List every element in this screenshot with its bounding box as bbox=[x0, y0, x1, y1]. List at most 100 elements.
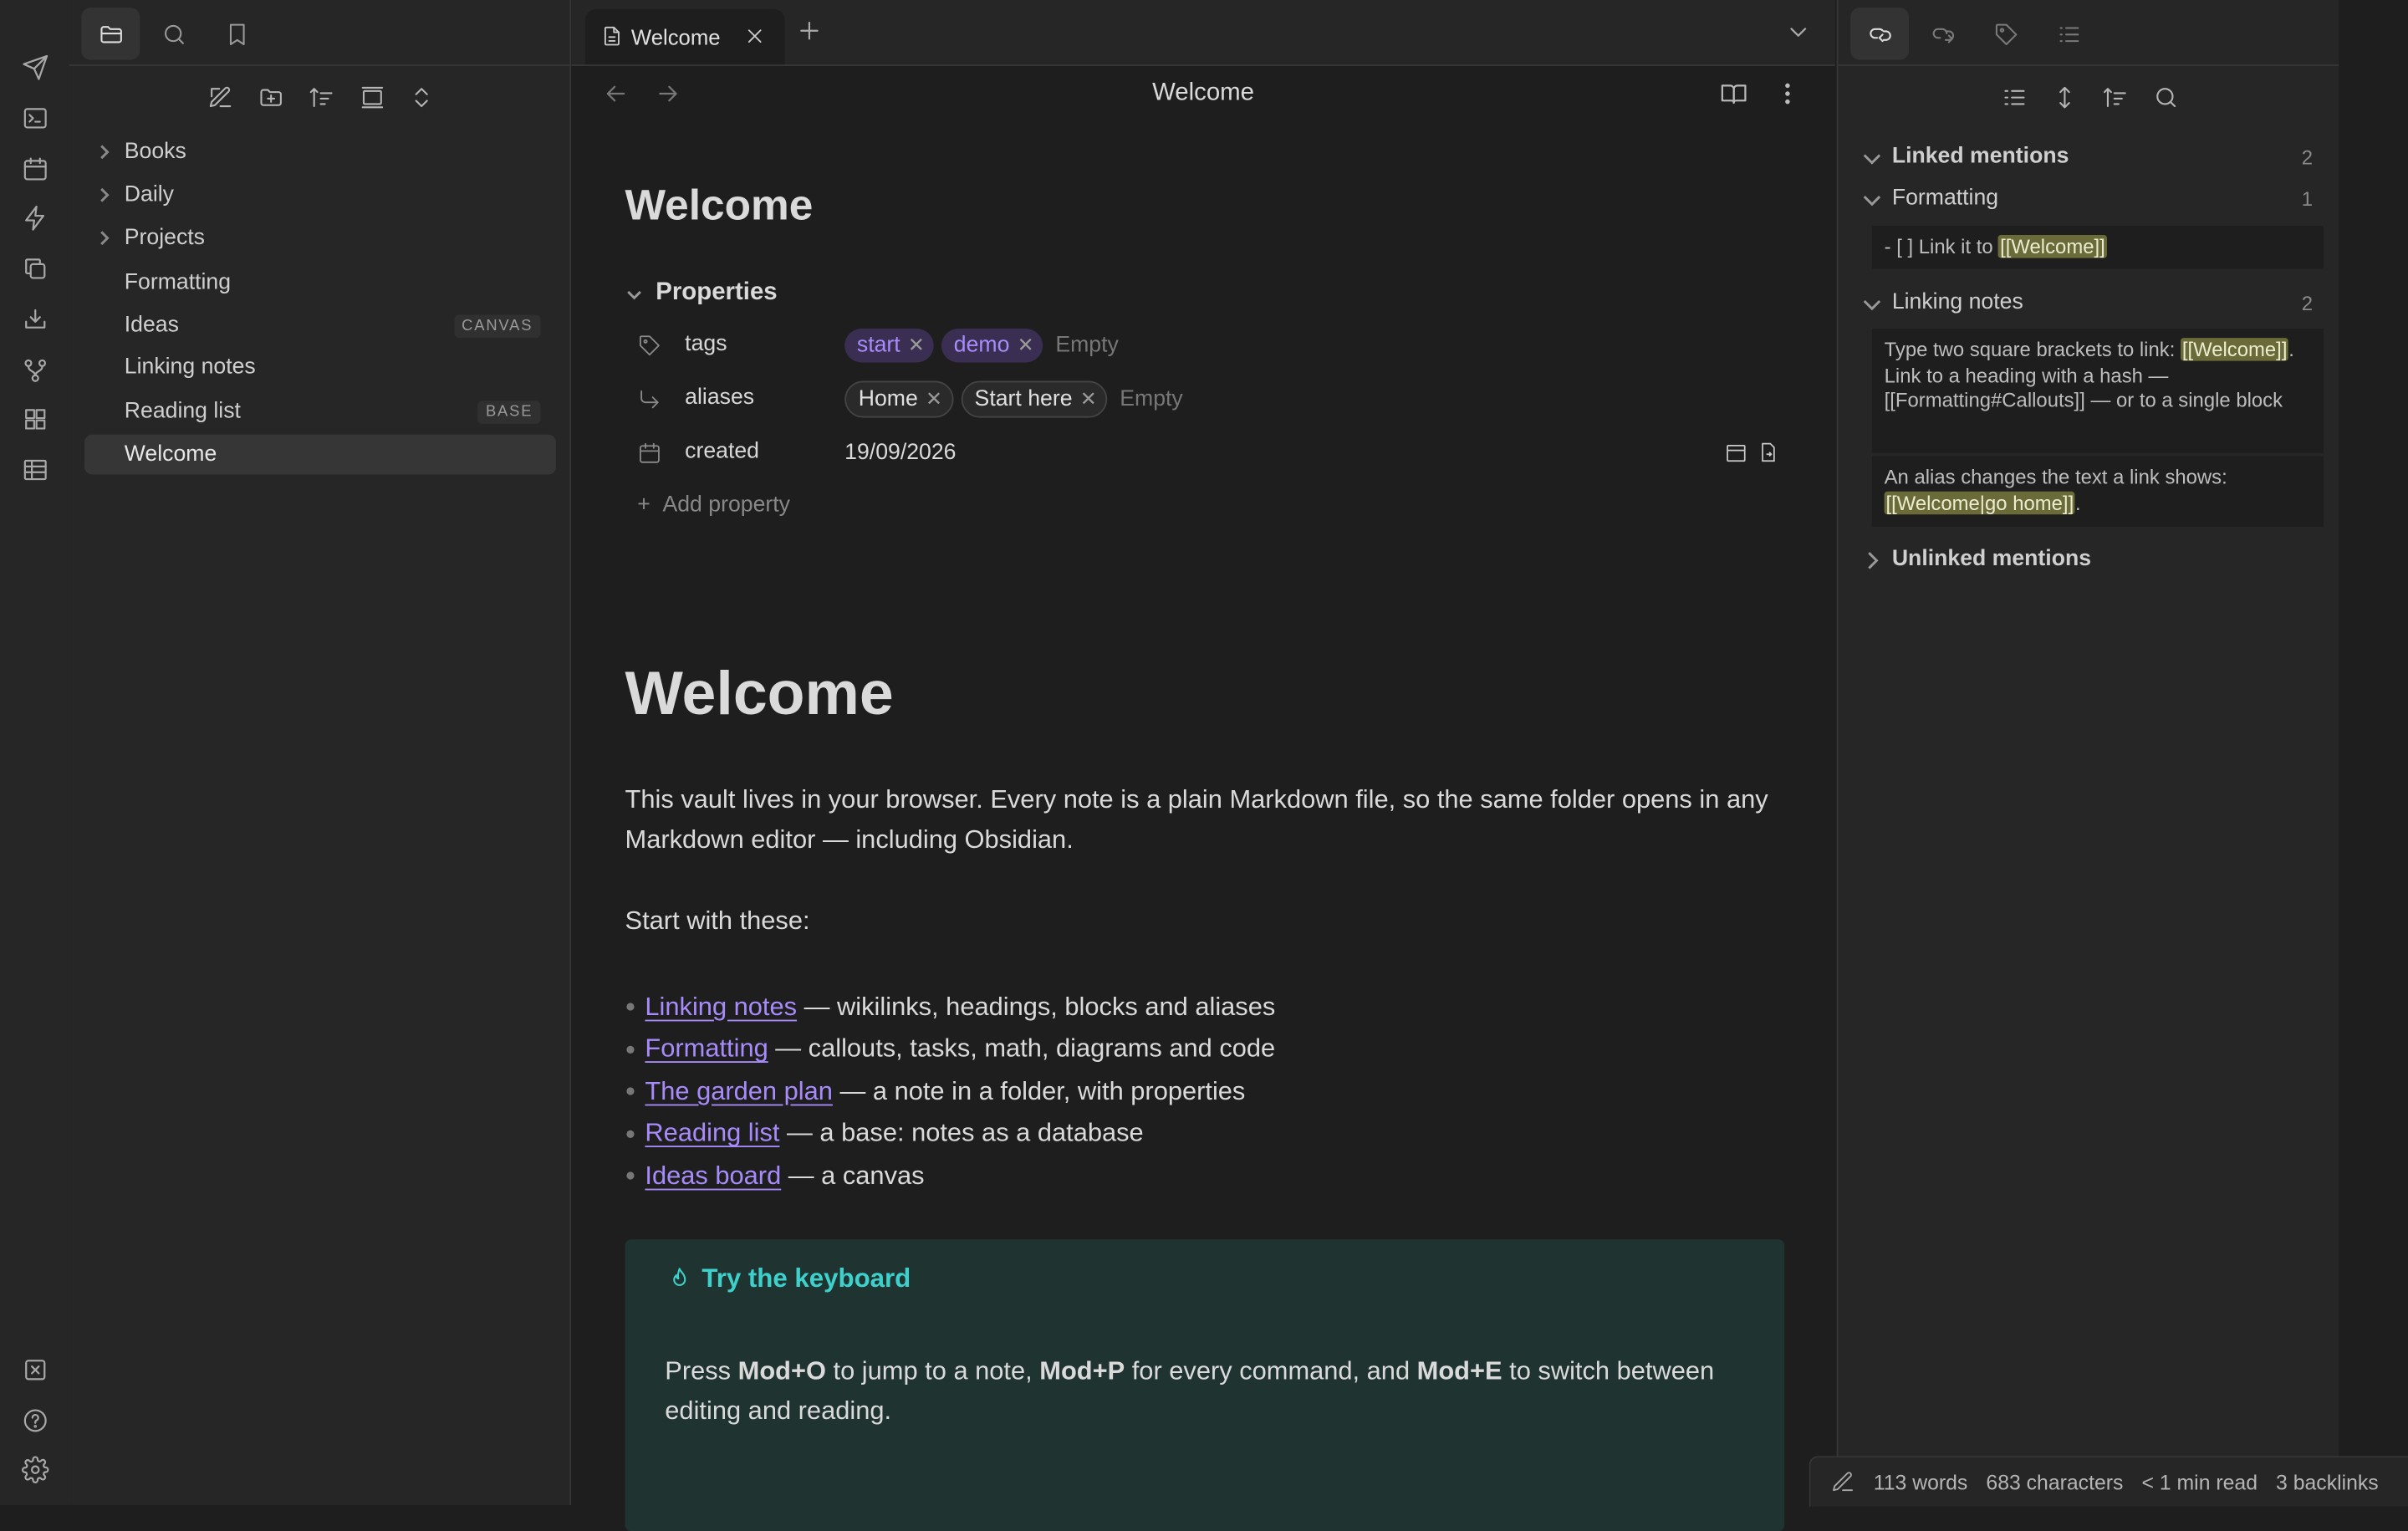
tree-item-linking-notes[interactable]: Linking notes bbox=[84, 347, 556, 387]
search-icon[interactable] bbox=[2149, 80, 2182, 114]
new-folder-icon[interactable] bbox=[252, 80, 288, 114]
terminal-icon[interactable] bbox=[18, 101, 52, 135]
chevron-down-icon[interactable] bbox=[1784, 18, 1812, 46]
backlink-group-linking-notes[interactable]: Linking notes 2 bbox=[1861, 287, 2322, 320]
tree-item-projects[interactable]: Projects bbox=[84, 218, 556, 258]
calendar-icon[interactable] bbox=[18, 152, 52, 186]
callout-text: for every command, and bbox=[1125, 1355, 1417, 1386]
tag-pill[interactable]: start ✕ bbox=[844, 329, 934, 363]
tree-item-reading-list[interactable]: Reading list BASE bbox=[84, 391, 556, 431]
date-value[interactable]: 19/09/2026 bbox=[844, 441, 956, 465]
property-name[interactable]: aliases bbox=[685, 385, 754, 410]
file-type-badge: BASE bbox=[477, 400, 541, 424]
more-options-icon[interactable] bbox=[1773, 80, 1804, 111]
inbox-download-icon[interactable] bbox=[18, 303, 52, 336]
backlink-snippet[interactable]: An alias changes the text a link shows: … bbox=[1871, 456, 2324, 527]
send-icon[interactable] bbox=[18, 51, 52, 84]
expand-vertical-icon[interactable] bbox=[2047, 80, 2080, 114]
internal-link[interactable]: The garden plan bbox=[645, 1076, 833, 1107]
help-icon[interactable] bbox=[18, 1404, 52, 1437]
add-property-label: Add property bbox=[662, 492, 790, 518]
internal-link[interactable]: Ideas board bbox=[645, 1161, 781, 1192]
open-daily-note-icon[interactable] bbox=[1757, 441, 1780, 472]
tag-pill[interactable]: demo ✕ bbox=[941, 329, 1043, 363]
copy-icon[interactable] bbox=[18, 252, 52, 285]
tree-item-books[interactable]: Books bbox=[84, 132, 556, 172]
alias-pill[interactable]: Home ✕ bbox=[844, 380, 953, 418]
new-tab-icon[interactable] bbox=[795, 17, 823, 44]
sort-icon[interactable] bbox=[303, 80, 339, 114]
remove-icon[interactable]: ✕ bbox=[926, 387, 942, 411]
list-item-text: — a canvas bbox=[781, 1161, 925, 1190]
ribbon bbox=[0, 0, 71, 1505]
list-icon[interactable] bbox=[1997, 80, 2030, 114]
close-icon[interactable] bbox=[743, 24, 767, 48]
outline-icon[interactable] bbox=[2039, 8, 2098, 59]
property-created: created 19/09/2026 bbox=[625, 430, 1785, 476]
lightning-icon[interactable] bbox=[18, 202, 52, 235]
bullet-dot bbox=[626, 1171, 635, 1181]
settings-icon[interactable] bbox=[18, 1453, 52, 1487]
tree-item-label: Ideas bbox=[124, 313, 179, 339]
backlink-snippet[interactable]: - [ ] Link it to [[Welcome]] bbox=[1871, 225, 2324, 269]
internal-link[interactable]: Linking notes bbox=[645, 992, 797, 1023]
property-value[interactable]: Home ✕ Start here ✕ Empty bbox=[844, 380, 1183, 420]
backlink-group-count: 1 bbox=[2301, 187, 2314, 211]
tree-item-welcome[interactable]: Welcome bbox=[84, 434, 556, 475]
close-box-icon[interactable] bbox=[18, 1353, 52, 1386]
collapse-all-icon[interactable] bbox=[353, 80, 390, 114]
expand-icon[interactable] bbox=[402, 80, 439, 114]
new-note-icon[interactable] bbox=[202, 80, 238, 114]
bullet-dot bbox=[626, 1045, 635, 1054]
backlink-count[interactable]: 3 backlinks bbox=[2276, 1471, 2379, 1494]
property-name[interactable]: created bbox=[685, 439, 759, 463]
view-header-title[interactable]: Welcome bbox=[571, 80, 1835, 108]
property-value[interactable]: 19/09/2026 bbox=[844, 433, 956, 473]
backlink-group-formatting[interactable]: Formatting 1 bbox=[1861, 183, 2322, 217]
remove-icon[interactable]: ✕ bbox=[1080, 387, 1097, 411]
table-icon[interactable] bbox=[18, 453, 52, 487]
start-paragraph: Start with these: bbox=[625, 906, 810, 936]
sort-icon[interactable] bbox=[2098, 80, 2131, 114]
tree-item-ideas[interactable]: Ideas CANVAS bbox=[84, 306, 556, 346]
edit-mode-icon[interactable] bbox=[1830, 1470, 1854, 1494]
flame-icon bbox=[666, 1265, 692, 1291]
list-item-text: — wikilinks, headings, blocks and aliase… bbox=[797, 992, 1276, 1021]
reading-view-icon[interactable] bbox=[1720, 80, 1751, 111]
date-picker-icon[interactable] bbox=[1725, 441, 1748, 472]
bookmark-icon[interactable] bbox=[207, 8, 266, 59]
property-name[interactable]: tags bbox=[685, 332, 727, 356]
right-sidebar-tabs bbox=[1838, 0, 2339, 66]
tab-title: Welcome bbox=[630, 24, 721, 49]
outgoing-links-icon[interactable] bbox=[1914, 8, 1972, 59]
add-property-button[interactable]: + Add property bbox=[637, 493, 790, 518]
tree-item-label: Welcome bbox=[124, 441, 217, 467]
tags-icon[interactable] bbox=[1977, 8, 2035, 59]
git-branch-icon[interactable] bbox=[18, 353, 52, 386]
list-item: The garden plan — a note in a folder, wi… bbox=[625, 1070, 1276, 1113]
empty-placeholder[interactable]: Empty bbox=[1120, 387, 1182, 411]
inline-title[interactable]: Welcome bbox=[625, 181, 814, 231]
remove-icon[interactable]: ✕ bbox=[1018, 334, 1034, 358]
empty-placeholder[interactable]: Empty bbox=[1055, 334, 1118, 358]
property-value[interactable]: start ✕ demo ✕ Empty bbox=[844, 325, 1119, 365]
chevron-right-icon bbox=[1861, 550, 1883, 572]
backlinks-icon[interactable] bbox=[1850, 8, 1910, 60]
unlinked-mentions-header[interactable]: Unlinked mentions bbox=[1861, 544, 2322, 577]
remove-icon[interactable]: ✕ bbox=[908, 334, 925, 358]
tab-welcome[interactable]: Welcome bbox=[584, 9, 785, 65]
callout-title: Try the keyboard bbox=[701, 1263, 911, 1294]
tree-item-daily[interactable]: Daily bbox=[84, 175, 556, 215]
snippet-highlight: [[Welcome|go home]] bbox=[1884, 490, 2076, 514]
folder-icon[interactable] bbox=[81, 8, 140, 60]
search-icon[interactable] bbox=[145, 8, 203, 59]
linked-mentions-header[interactable]: Linked mentions 2 bbox=[1861, 141, 2322, 175]
properties-heading[interactable]: Properties bbox=[625, 279, 778, 307]
internal-link[interactable]: Formatting bbox=[645, 1034, 768, 1065]
backlink-snippet[interactable]: Type two square brackets to link: [[Welc… bbox=[1871, 329, 2324, 453]
grid-icon[interactable] bbox=[18, 402, 52, 436]
internal-link[interactable]: Reading list bbox=[645, 1119, 779, 1150]
file-icon bbox=[600, 24, 624, 48]
tree-item-formatting[interactable]: Formatting bbox=[84, 263, 556, 303]
alias-pill[interactable]: Start here ✕ bbox=[961, 380, 1108, 418]
